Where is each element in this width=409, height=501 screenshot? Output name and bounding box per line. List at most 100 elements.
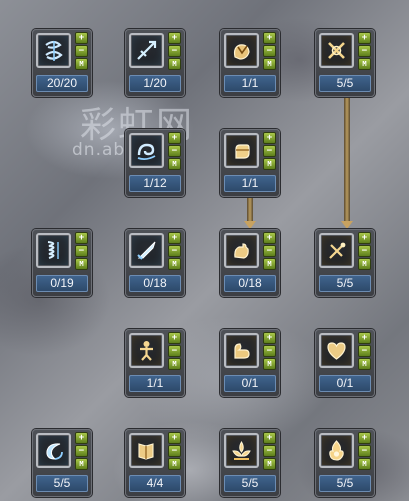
skill-max-button[interactable]: M [264,159,275,169]
skill-level-count: 5/5 [36,475,88,492]
skill-level-down-button[interactable]: − [76,246,87,256]
skill-level-up-button[interactable]: + [76,33,87,43]
skill-level-down-button[interactable]: − [359,246,370,256]
skill-max-button[interactable]: M [359,359,370,369]
spiral-spring-icon[interactable] [36,233,71,268]
skill-level-count: 1/20 [129,75,181,92]
skill-level-up-button[interactable]: + [359,433,370,443]
skill-max-button[interactable]: M [76,59,87,69]
skill-slot[interactable]: + − M 5/5 [315,229,375,297]
skill-max-button[interactable]: M [264,459,275,469]
skill-slot[interactable]: + − M 1/1 [220,29,280,97]
prerequisite-arrow-icon [341,221,353,229]
skill-max-button[interactable]: M [359,259,370,269]
skill-level-up-button[interactable]: + [169,433,180,443]
skill-level-count: 5/5 [224,475,276,492]
gauntlet-icon[interactable] [224,33,259,68]
skill-level-up-button[interactable]: + [76,233,87,243]
skill-level-down-button[interactable]: − [264,246,275,256]
skill-level-down-button[interactable]: − [169,446,180,456]
skill-slot[interactable]: + − M 20/20 [32,29,92,97]
skill-level-down-button[interactable]: − [264,46,275,56]
skill-level-up-button[interactable]: + [264,433,275,443]
skill-level-up-button[interactable]: + [169,33,180,43]
skill-level-count: 1/12 [129,175,181,192]
skill-level-count: 5/5 [319,275,371,292]
prerequisite-connector [247,196,253,222]
grip-hand-icon[interactable] [224,233,259,268]
skill-level-down-button[interactable]: − [169,146,180,156]
skill-slot[interactable]: + − M 0/1 [220,329,280,397]
staff-cross-icon[interactable] [319,233,354,268]
skill-level-down-button[interactable]: − [264,446,275,456]
spear-thrust-icon[interactable] [129,33,164,68]
skill-level-up-button[interactable]: + [264,33,275,43]
skill-slot[interactable]: + − M 5/5 [32,429,92,497]
skill-level-count: 1/1 [224,175,276,192]
golden-warrior-icon[interactable] [129,333,164,368]
skill-slot[interactable]: + − M 0/18 [220,229,280,297]
skill-slot[interactable]: + − M 5/5 [315,29,375,97]
skill-level-down-button[interactable]: − [76,446,87,456]
skill-level-down-button[interactable]: − [359,446,370,456]
skill-level-down-button[interactable]: − [359,46,370,56]
skill-level-up-button[interactable]: + [359,33,370,43]
flex-arm-icon[interactable] [224,333,259,368]
cross-slash-icon[interactable] [319,33,354,68]
fist-icon[interactable] [224,133,259,168]
skill-level-down-button[interactable]: − [169,346,180,356]
skill-level-count: 5/5 [319,475,371,492]
lotus-flame-icon[interactable] [224,433,259,468]
skill-level-up-button[interactable]: + [169,133,180,143]
skill-level-down-button[interactable]: − [169,246,180,256]
skill-slot[interactable]: + − M 1/1 [220,129,280,197]
skill-level-down-button[interactable]: − [264,346,275,356]
skill-level-up-button[interactable]: + [359,233,370,243]
skill-level-up-button[interactable]: + [76,433,87,443]
skill-slot[interactable]: + − M 1/20 [125,29,185,97]
skill-slot[interactable]: + − M 1/1 [125,329,185,397]
skill-level-up-button[interactable]: + [264,233,275,243]
tome-icon[interactable] [129,433,164,468]
skill-level-down-button[interactable]: − [359,346,370,356]
skill-level-up-button[interactable]: + [359,333,370,343]
skill-level-down-button[interactable]: − [169,46,180,56]
skill-slot[interactable]: + − M 0/1 [315,329,375,397]
crescent-wave-icon[interactable] [36,433,71,468]
skill-level-up-button[interactable]: + [169,333,180,343]
skill-level-count: 4/4 [129,475,181,492]
heart-shield-icon[interactable] [319,333,354,368]
skill-level-up-button[interactable]: + [264,133,275,143]
skill-level-count: 5/5 [319,75,371,92]
whirl-rune-icon[interactable] [36,33,71,68]
skill-level-down-button[interactable]: − [264,146,275,156]
skill-level-down-button[interactable]: − [76,46,87,56]
skill-max-button[interactable]: M [169,359,180,369]
skill-level-count: 1/1 [224,75,276,92]
skill-slot[interactable]: + − M 5/5 [220,429,280,497]
skill-level-count: 20/20 [36,75,88,92]
skill-level-count: 0/18 [224,275,276,292]
skill-slot[interactable]: + − M 5/5 [315,429,375,497]
blade-strike-icon[interactable] [129,233,164,268]
skill-level-up-button[interactable]: + [169,233,180,243]
skill-max-button[interactable]: M [264,259,275,269]
skill-slot[interactable]: + − M 1/12 [125,129,185,197]
skill-slot[interactable]: + − M 0/19 [32,229,92,297]
skill-max-button[interactable]: M [169,259,180,269]
skill-max-button[interactable]: M [359,59,370,69]
flame-burst-icon[interactable] [319,433,354,468]
skill-slot[interactable]: + − M 0/18 [125,229,185,297]
skill-max-button[interactable]: M [264,359,275,369]
skill-max-button[interactable]: M [264,59,275,69]
skill-max-button[interactable]: M [169,459,180,469]
wave-swirl-icon[interactable] [129,133,164,168]
skill-level-up-button[interactable]: + [264,333,275,343]
skill-max-button[interactable]: M [359,459,370,469]
skill-max-button[interactable]: M [76,459,87,469]
skill-max-button[interactable]: M [169,159,180,169]
prerequisite-connector [344,96,350,222]
skill-max-button[interactable]: M [76,259,87,269]
skill-slot[interactable]: + − M 4/4 [125,429,185,497]
skill-max-button[interactable]: M [169,59,180,69]
